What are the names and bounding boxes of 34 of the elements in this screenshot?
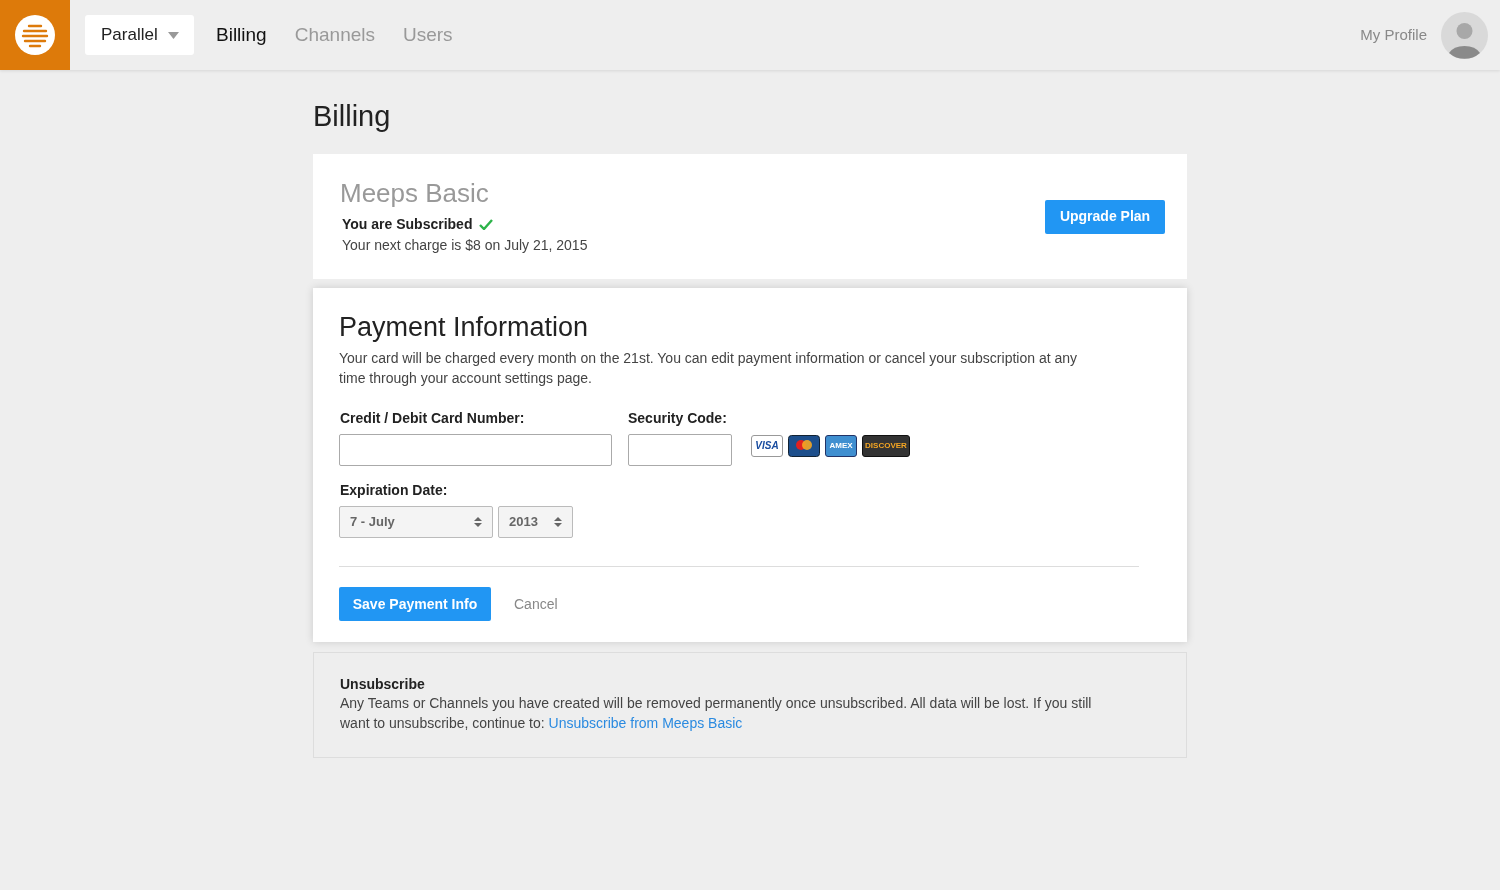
profile-link[interactable]: My Profile: [1360, 23, 1427, 47]
payment-title: Payment Information: [339, 311, 590, 344]
field-label: Expiration Date:: [340, 481, 449, 500]
cancel-link[interactable]: Cancel: [514, 593, 558, 615]
amex-card-logo: AMEX: [825, 435, 857, 457]
upgrade-plan-button[interactable]: Upgrade Plan: [1045, 199, 1165, 234]
subscription-status: You are Subscribed: [342, 215, 473, 234]
spinner-icon: [474, 516, 482, 528]
plan-name: Meeps Basic: [340, 177, 490, 209]
logo-tile[interactable]: [0, 0, 70, 70]
nav-tab[interactable]: Billing: [216, 20, 267, 50]
caret-icon: [167, 31, 179, 39]
nav-tab[interactable]: Users: [403, 20, 453, 50]
save-payment-button[interactable]: Save Payment Info: [339, 587, 491, 621]
nav-tab[interactable]: Channels: [294, 20, 375, 50]
workspace-dropdown[interactable]: Parallel: [85, 15, 194, 55]
field-label: Credit / Debit Card Number:: [340, 409, 526, 428]
page-title: Billing: [313, 99, 392, 134]
month-select[interactable]: 7 - July: [339, 506, 493, 538]
next-charge: Your next charge is $8 on July 21, 2015: [342, 236, 588, 255]
security-code-field[interactable]: [628, 434, 732, 466]
field-label: Security Code:: [628, 409, 728, 428]
unsubscribe-link[interactable]: Unsubscribe from Meeps Basic: [548, 715, 743, 731]
logo-icon: [15, 15, 55, 55]
unsubscribe-title: Unsubscribe: [340, 675, 426, 693]
year-select[interactable]: 2013: [498, 506, 573, 538]
payment-description: Your card will be charged every month on the 21st. You can edit payment information or cancel your subscription at any time through your account settings page.: [339, 349, 1079, 388]
discover-card-logo: DISCOVER: [862, 435, 910, 457]
visa-card-logo: VISA: [751, 435, 783, 457]
card-number-field[interactable]: [339, 434, 612, 466]
unsubscribe-text: Any Teams or Channels you have created will be removed permanently once unsubscribed. All data will be lost. If you still want to unsubscribe, continue to: Unsubscribe from Meeps Basic: [340, 694, 1093, 733]
spinner-icon: [554, 516, 562, 528]
avatar[interactable]: [1441, 11, 1488, 59]
mastercard-logo: [788, 435, 820, 457]
